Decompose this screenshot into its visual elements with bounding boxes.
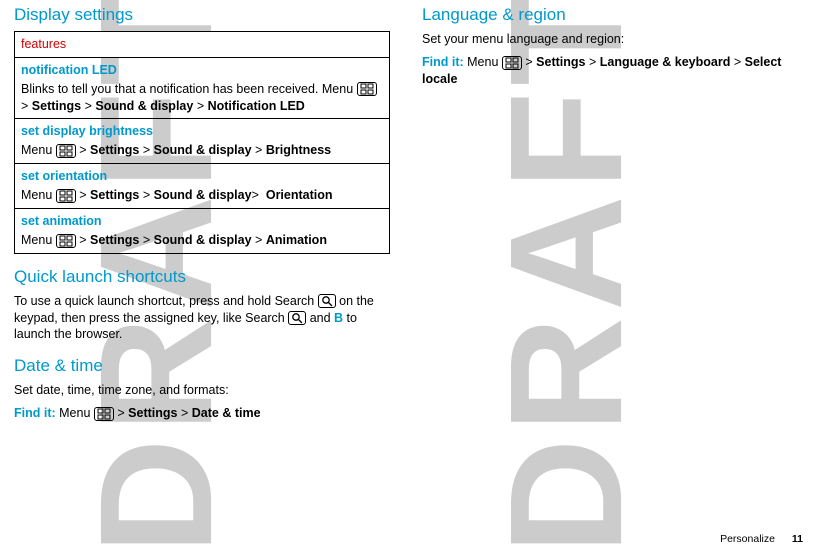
left-column: Display settings features notification L… (14, 4, 390, 556)
sep: > (255, 143, 262, 157)
path: Notification LED (208, 99, 305, 113)
feat-text: Menu (21, 233, 56, 247)
datetime-text: Set date, time, time zone, and formats: (14, 382, 390, 399)
feat-title: set orientation (21, 168, 383, 187)
menu-icon (357, 82, 377, 96)
path: Sound & display (95, 99, 193, 113)
sep: > (143, 188, 150, 202)
feat-title: set display brightness (21, 123, 383, 142)
sep: > (181, 406, 188, 420)
feat-text: Menu (21, 143, 56, 157)
path: Sound & display (154, 233, 252, 247)
features-table: features notification LED Blinks to tell… (14, 31, 390, 254)
feat-text: Blinks to tell you that a notification h… (21, 82, 357, 96)
path: Settings (90, 143, 139, 157)
sep: > (525, 55, 532, 69)
footer-section: Personalize (720, 533, 775, 545)
feat-text: Menu (21, 188, 56, 202)
path: Sound & display (154, 188, 252, 202)
menu-icon (502, 56, 522, 70)
path: Settings (536, 55, 585, 69)
menu-icon (56, 234, 76, 248)
heading-date-time: Date & time (14, 355, 390, 378)
menu-icon (56, 144, 76, 158)
path: Language & keyboard (600, 55, 731, 69)
page-content: Display settings features notification L… (0, 0, 817, 556)
heading-quick-launch: Quick launch shortcuts (14, 266, 390, 289)
sep: > (21, 99, 28, 113)
sep: > (589, 55, 596, 69)
page-number: 11 (792, 533, 803, 545)
sep: > (79, 233, 86, 247)
heading-language-region: Language & region (422, 4, 798, 27)
lang-findit: Find it: Menu > Settings > Language & ke… (422, 54, 798, 88)
path: Settings (32, 99, 81, 113)
sep: > (143, 143, 150, 157)
row-brightness: set display brightness Menu > Settings >… (15, 119, 390, 164)
right-column: Language & region Set your menu language… (422, 4, 798, 556)
sep: > (255, 233, 262, 247)
menu-icon (94, 407, 114, 421)
key-b: B (334, 311, 343, 325)
menu-icon (56, 189, 76, 203)
path: Brightness (266, 143, 331, 157)
path: Settings (90, 188, 139, 202)
row-animation: set animation Menu > Settings > Sound & … (15, 208, 390, 253)
features-header: features (15, 31, 390, 57)
sep: > (734, 55, 741, 69)
feat-title: notification LED (21, 62, 383, 81)
heading-display-settings: Display settings (14, 4, 390, 27)
sep: > (117, 406, 124, 420)
page-footer: Personalize 11 (720, 532, 803, 546)
sep: > (79, 188, 86, 202)
search-icon (288, 311, 306, 325)
path: Settings (128, 406, 177, 420)
path: Animation (266, 233, 327, 247)
search-icon (318, 294, 336, 308)
path: Date & time (192, 406, 261, 420)
path: Orientation (262, 188, 332, 202)
sep: > (252, 188, 259, 202)
feat-title: set animation (21, 213, 383, 232)
quick-launch-text: To use a quick launch shortcut, press an… (14, 293, 390, 344)
row-notification-led: notification LED Blinks to tell you that… (15, 57, 390, 119)
path: Settings (90, 233, 139, 247)
row-orientation: set orientation Menu > Settings > Sound … (15, 164, 390, 209)
sep: > (85, 99, 92, 113)
lang-text: Set your menu language and region: (422, 31, 798, 48)
sep: > (79, 143, 86, 157)
sep: > (197, 99, 204, 113)
path: Sound & display (154, 143, 252, 157)
datetime-findit: Find it: Menu > Settings > Date & time (14, 405, 390, 422)
sep: > (143, 233, 150, 247)
